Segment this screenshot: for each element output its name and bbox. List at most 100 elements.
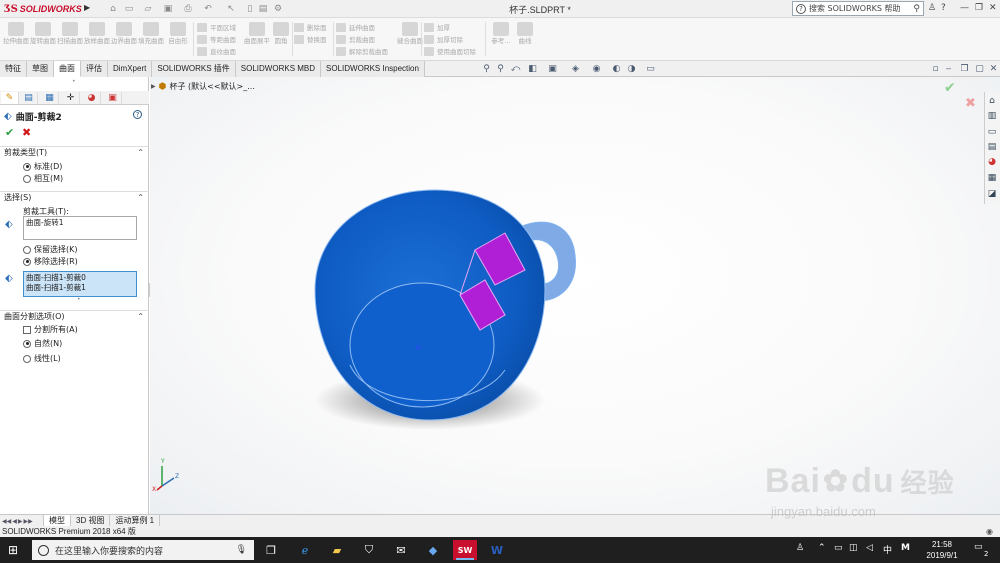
mail-icon[interactable]: ✉ [389, 540, 413, 560]
edge-browser-icon[interactable]: ℯ [293, 540, 317, 560]
tab-dimxpert[interactable]: DimXpert [108, 61, 153, 77]
app-icon[interactable]: ◆ [421, 540, 445, 560]
custom-properties-icon[interactable]: ▦ [986, 172, 998, 184]
open-folder-icon[interactable]: ▱ [143, 4, 153, 14]
edit-appearance-icon[interactable]: ◑ [626, 64, 637, 74]
knit-surface-button[interactable]: 缝合曲面 [397, 22, 423, 45]
zoom-area-icon[interactable]: ⚲ [495, 64, 506, 74]
new-document-icon[interactable]: ▭ [124, 4, 134, 14]
battery-icon[interactable]: ▭ [834, 543, 843, 553]
configuration-manager-tab-icon[interactable]: ▦ [41, 92, 59, 104]
tab-addins[interactable]: SOLIDWORKS 插件 [152, 61, 236, 77]
ruled-surface-button[interactable]: 直纹曲面 [197, 45, 236, 57]
fillet-button[interactable]: 圆角 [268, 22, 294, 45]
file-explorer-taskbar-icon[interactable]: ▰ [325, 540, 349, 560]
viewport-minimize-icon[interactable]: ‒ [943, 64, 954, 74]
help-search-box[interactable]: ? 搜索 SOLIDWORKS 帮助 ⚲ [792, 1, 924, 16]
solidworks-resources-icon[interactable]: ⌂ [986, 95, 998, 107]
display-style-icon[interactable]: ◉ [591, 64, 602, 74]
collapse-chevron-icon[interactable]: ⌃ [137, 192, 144, 204]
restore-icon[interactable]: ❐ [975, 3, 983, 13]
store-icon[interactable]: ⛉ [357, 540, 381, 560]
thicken-button[interactable]: 加厚 [424, 21, 476, 33]
dimxpert-manager-tab-icon[interactable]: ✛ [62, 92, 80, 104]
view-orientation-icon[interactable]: ◈ [570, 64, 581, 74]
linear-radio[interactable]: 线性(L) [23, 353, 61, 364]
ime-mode-indicator[interactable]: M [901, 543, 910, 553]
taskbar-clock[interactable]: 21:58 2019/9/1 [920, 539, 964, 561]
scroll-prev-icon[interactable]: ◀ [12, 518, 17, 525]
offset-surface-button[interactable]: 等距曲面 [197, 33, 236, 45]
list-item[interactable]: 曲面-扫描1-剪裁0 [26, 273, 134, 283]
planar-surface-button[interactable]: 平面区域 [197, 21, 236, 33]
trim-type-group-header[interactable]: 剪裁类型(T) ⌃ [0, 146, 149, 158]
view-palette-icon[interactable]: ▤ [986, 141, 998, 153]
design-library-icon[interactable]: ▥ [986, 110, 998, 122]
ok-button[interactable]: ✔ [5, 126, 14, 139]
dynamic-annotation-icon[interactable]: ▣ [547, 64, 558, 74]
cam-manager-tab-icon[interactable]: ▣ [104, 92, 122, 104]
reference-geometry-button[interactable]: 参考... [488, 22, 514, 45]
lofted-surface-button[interactable]: 放样曲面 [84, 22, 110, 45]
trim-tool-item[interactable]: 曲面-旋转1 [26, 218, 63, 227]
solidworks-taskbar-icon[interactable]: SW [453, 540, 477, 560]
list-item[interactable]: 曲面-扫描1-剪裁1 [26, 283, 134, 293]
cancel-button[interactable]: ✖ [22, 126, 31, 139]
hide-show-icon[interactable]: ◐ [611, 64, 622, 74]
thickened-cut-button[interactable]: 加厚切除 [424, 33, 476, 45]
display-manager-tab-icon[interactable]: ◕ [83, 92, 101, 104]
zoom-to-fit-icon[interactable]: ⚲ [481, 64, 492, 74]
viewport-restore-icon[interactable]: ▫ [930, 64, 941, 74]
close-icon[interactable]: ✕ [989, 3, 997, 13]
previous-view-icon[interactable]: ⤺ [510, 64, 521, 74]
property-manager-tab-icon[interactable]: ▤ [20, 92, 38, 104]
selection-group-header[interactable]: 选择(S) ⌃ [0, 191, 149, 203]
flyout-tree-caption[interactable]: ▶ ⬢ 杯子 (默认<<默认>_... [151, 81, 255, 92]
keep-selections-radio[interactable]: 保留选择(K) [23, 244, 78, 255]
tray-chevron-icon[interactable]: ⌃ [818, 543, 826, 553]
confirm-corner-cancel-icon[interactable]: ✖ [965, 96, 976, 111]
tab-sketch[interactable]: 草图 [27, 61, 54, 77]
scroll-next-icon[interactable]: ▶ [18, 518, 23, 525]
options-gear-icon[interactable]: ⚙ [273, 4, 283, 14]
search-icon[interactable]: ⚲ [913, 4, 920, 14]
home-icon[interactable]: ⌂ [108, 4, 118, 14]
listbox-resize-handle[interactable]: • [77, 296, 81, 303]
minimize-icon[interactable]: — [960, 3, 969, 13]
help-menu-icon[interactable]: ? [941, 3, 946, 13]
rebuild-icon[interactable]: ▯ [245, 4, 255, 14]
action-center-icon[interactable]: ▭ [974, 542, 983, 552]
help-button[interactable]: ? [133, 110, 142, 119]
print-icon[interactable]: ⎙ [183, 4, 193, 14]
tab-evaluate[interactable]: 评估 [81, 61, 108, 77]
windows-start-icon[interactable]: ⊞ [8, 543, 22, 557]
surface-cut-button[interactable]: 使用曲面切除 [424, 45, 476, 57]
microphone-icon[interactable]: 🎙 [236, 545, 247, 555]
feature-manager-tab-icon[interactable]: ✎ [1, 92, 19, 104]
tab-surfaces[interactable]: 曲面 [54, 61, 81, 77]
status-options-icon[interactable]: ◉ [986, 527, 993, 536]
collapse-chevron-icon[interactable]: ⌃ [137, 311, 144, 323]
volume-icon[interactable]: ◁ [866, 543, 873, 553]
pieces-to-remove-listbox[interactable]: 曲面-扫描1-剪裁0 曲面-扫描1-剪裁1 [23, 271, 137, 297]
freeform-button[interactable]: 自由形 [165, 22, 191, 45]
tab-mbd[interactable]: SOLIDWORKS MBD [235, 61, 322, 77]
trim-standard-radio[interactable]: 标准(D) [23, 161, 62, 172]
viewport-maximize-icon[interactable]: ▢ [974, 64, 985, 74]
select-arrow-icon[interactable]: ↖ [226, 4, 236, 14]
untrim-surface-button[interactable]: 解除剪裁曲面 [336, 45, 388, 57]
word-icon[interactable]: W [485, 540, 509, 560]
replace-face-button[interactable]: 替换面 [294, 33, 327, 45]
panel-collapse-handle[interactable]: • [72, 79, 78, 85]
split-all-checkbox[interactable]: 分割所有(A) [23, 324, 78, 335]
file-explorer-icon[interactable]: ▭ [986, 126, 998, 138]
natural-radio[interactable]: 自然(N) [23, 338, 62, 349]
ime-indicator[interactable]: 中 [883, 543, 892, 556]
cup-model[interactable]: ✢ [300, 185, 590, 430]
collapse-chevron-icon[interactable]: ⌃ [137, 147, 144, 159]
taskbar-search-box[interactable]: 在这里输入你要搜索的内容 🎙 [32, 540, 254, 560]
scroll-last-icon[interactable]: ▶▶ [23, 518, 32, 525]
curves-button[interactable]: 曲线 [512, 22, 538, 45]
viewport-close-icon[interactable]: ✕ [988, 64, 999, 74]
save-icon[interactable]: ▣ [163, 4, 173, 14]
